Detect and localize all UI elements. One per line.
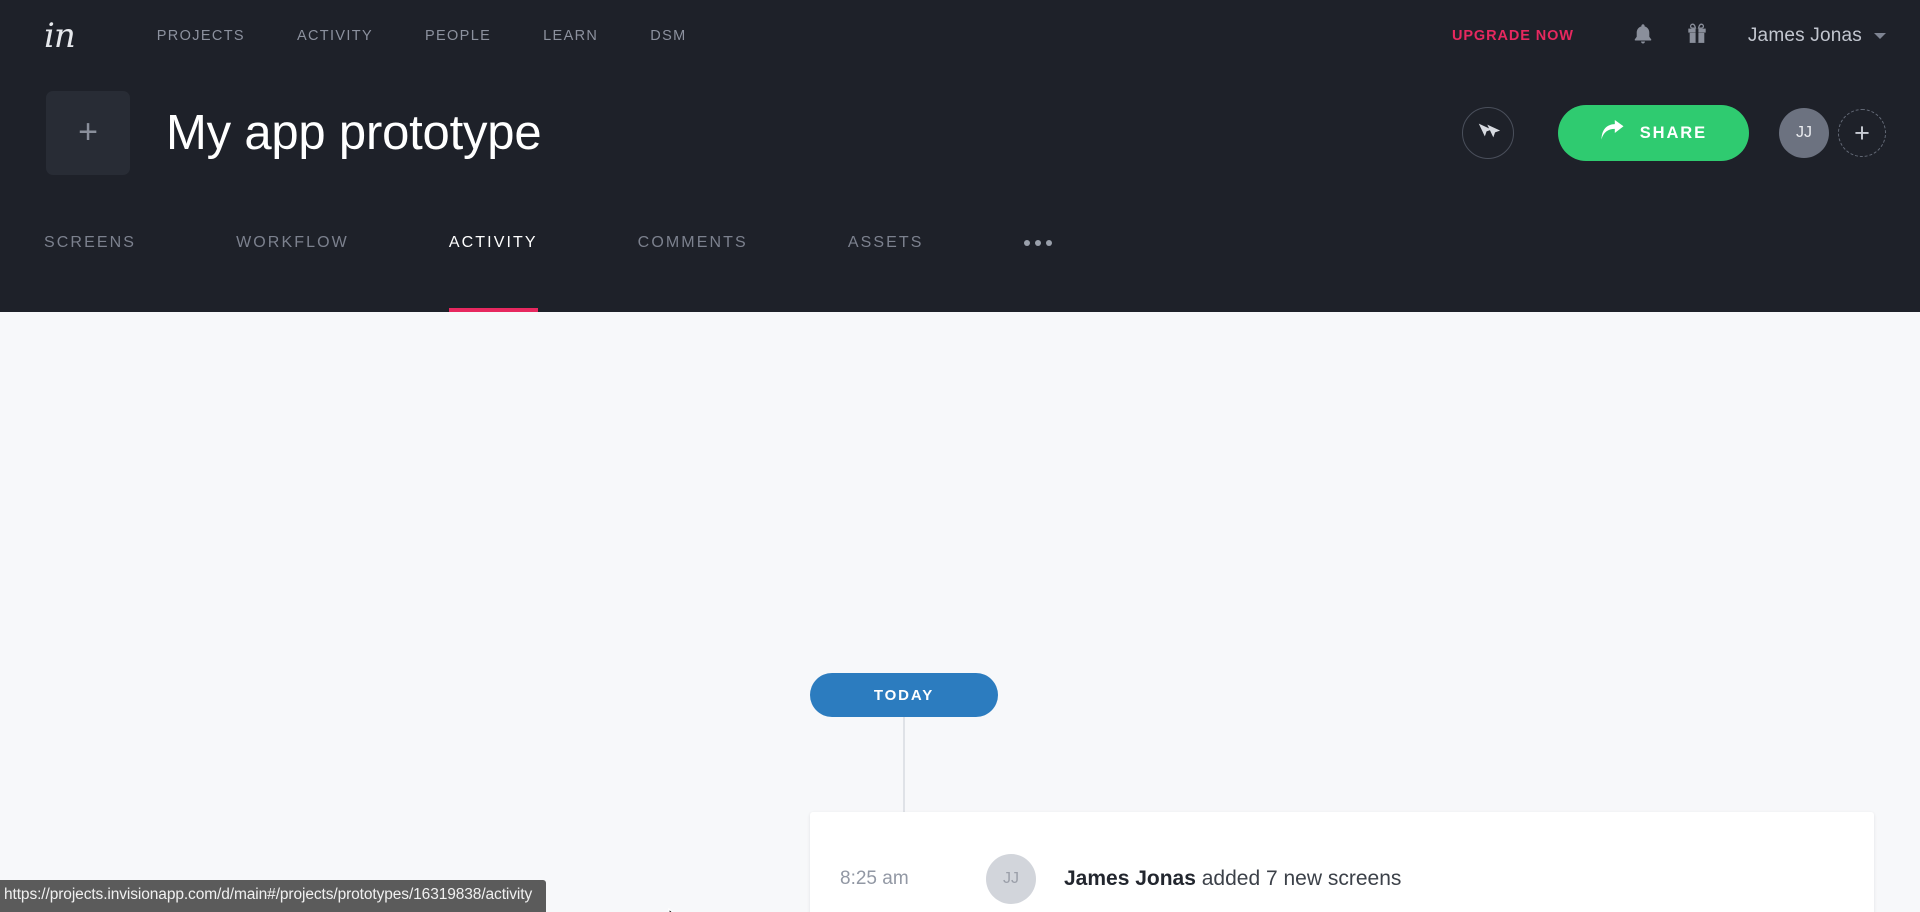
notifications-button[interactable] [1624, 17, 1662, 55]
share-arrow-icon [1600, 119, 1625, 147]
add-screen-button[interactable]: + [46, 91, 130, 175]
activity-screen-thumbnails: Placeholder App Store ✈ 09:41 100% Sign … [1006, 904, 1874, 912]
tab-workflow[interactable]: WORKFLOW [236, 194, 349, 312]
nav-link-projects[interactable]: PROJECTS [131, 28, 271, 44]
nav-link-people[interactable]: PEOPLE [399, 28, 517, 44]
chevron-down-icon[interactable] [1874, 33, 1886, 39]
invision-logo[interactable]: in [44, 19, 76, 53]
project-header: + My app prototype SHARE JJ + [0, 72, 1920, 194]
timeline-connector [903, 717, 905, 815]
project-header-actions: SHARE JJ + [1461, 105, 1886, 161]
live-presence-button[interactable] [1461, 107, 1514, 159]
share-button-label: SHARE [1639, 123, 1707, 142]
project-tab-bar: SCREENS WORKFLOW ACTIVITY COMMENTS ASSET… [0, 194, 1920, 312]
more-dots-icon [1034, 240, 1041, 246]
activity-feed: TODAY 8:25 am JJ James Jonas added 7 new… [0, 312, 1920, 912]
mouse-cursor [668, 907, 690, 912]
activity-entry-header: 8:25 am JJ James Jonas added 7 new scree… [810, 854, 1874, 904]
top-navigation-bar: in PROJECTS ACTIVITY PEOPLE LEARN DSM UP… [0, 0, 1920, 72]
activity-timestamp: 8:25 am [840, 868, 909, 889]
more-dots-icon [1045, 240, 1052, 246]
tab-overflow-menu-button[interactable] [1023, 194, 1052, 246]
top-nav-right-cluster: UPGRADE NOW James Jonas [1452, 17, 1886, 55]
browser-status-url: https://projects.invisionapp.com/d/main#… [0, 880, 547, 912]
tab-assets[interactable]: ASSETS [848, 194, 924, 312]
avatar[interactable]: JJ [986, 854, 1036, 904]
nav-link-dsm[interactable]: DSM [624, 28, 712, 44]
activity-card: 8:25 am JJ James Jonas added 7 new scree… [810, 812, 1874, 912]
page-title: My app prototype [166, 106, 542, 160]
activity-action-text: added 7 new screens [1195, 867, 1402, 890]
global-nav-links: PROJECTS ACTIVITY PEOPLE LEARN DSM [131, 28, 713, 44]
tab-comments[interactable]: COMMENTS [638, 194, 748, 312]
plus-icon: + [78, 112, 98, 151]
activity-description: James Jonas added 7 new screens [1064, 867, 1401, 891]
nav-link-learn[interactable]: LEARN [517, 28, 624, 44]
cursors-icon [1476, 120, 1500, 147]
tab-screens[interactable]: SCREENS [44, 194, 136, 312]
avatar[interactable]: JJ [1779, 108, 1829, 158]
tab-activity[interactable]: ACTIVITY [448, 194, 538, 312]
user-menu-name[interactable]: James Jonas [1748, 25, 1862, 47]
more-dots-icon [1023, 240, 1030, 246]
nav-link-activity[interactable]: ACTIVITY [271, 28, 399, 44]
upgrade-now-link[interactable]: UPGRADE NOW [1452, 28, 1574, 44]
activity-day-badge[interactable]: TODAY [810, 673, 998, 717]
gifts-button[interactable] [1678, 17, 1716, 55]
share-button[interactable]: SHARE [1557, 105, 1749, 161]
bell-icon [1632, 22, 1654, 51]
activity-actor-name: James Jonas [1064, 867, 1196, 890]
gift-icon [1686, 22, 1708, 50]
invite-collaborator-button[interactable]: + [1838, 109, 1886, 157]
